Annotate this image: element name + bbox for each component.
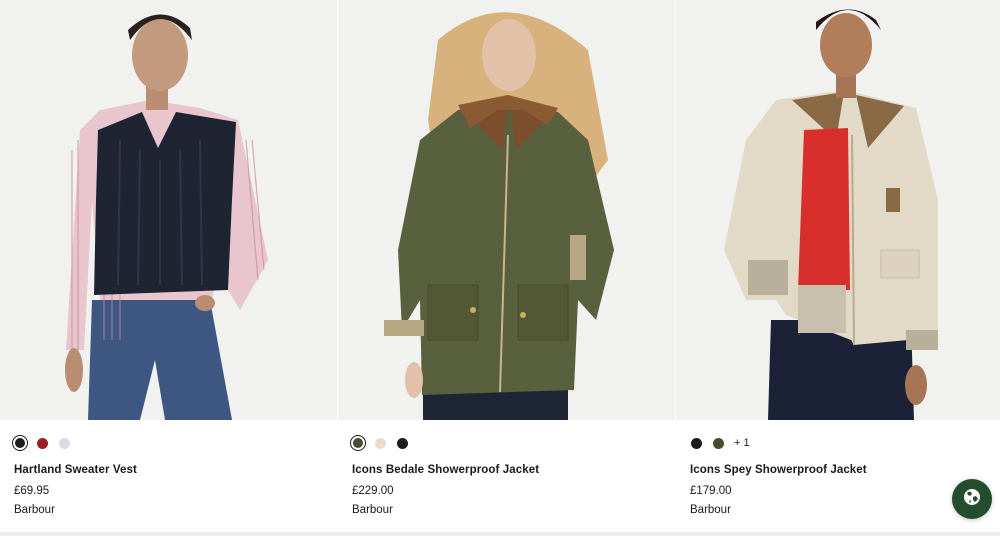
color-swatch[interactable] [12, 435, 28, 451]
product-card[interactable]: + 1 Icons Spey Showerproof Jacket £179.0… [676, 0, 1000, 536]
color-swatch[interactable] [34, 435, 50, 451]
color-swatch[interactable] [56, 435, 72, 451]
product-price: £229.00 [352, 485, 394, 497]
product-image[interactable] [676, 0, 1000, 420]
product-card[interactable]: Hartland Sweater Vest £69.95 Barbour [0, 0, 337, 536]
product-name[interactable]: Icons Spey Showerproof Jacket [690, 464, 867, 476]
more-colors-count[interactable]: + 1 [734, 437, 750, 449]
product-card[interactable]: Icons Bedale Showerproof Jacket £229.00 … [338, 0, 675, 536]
product-brand: Barbour [690, 504, 731, 516]
color-swatch[interactable] [688, 435, 704, 451]
product-name[interactable]: Hartland Sweater Vest [14, 464, 137, 476]
region-selector-button[interactable] [952, 479, 992, 519]
next-row-edge [0, 532, 1000, 536]
product-brand: Barbour [352, 504, 393, 516]
product-image[interactable] [338, 0, 675, 420]
product-price: £69.95 [14, 485, 50, 497]
color-swatches [12, 435, 72, 451]
color-swatches [350, 435, 410, 451]
color-swatch[interactable] [350, 435, 366, 451]
color-swatch[interactable] [710, 435, 726, 451]
globe-icon [963, 488, 981, 511]
product-price: £179.00 [690, 485, 732, 497]
product-brand: Barbour [14, 504, 55, 516]
product-image[interactable] [0, 0, 337, 420]
color-swatch[interactable] [394, 435, 410, 451]
product-grid: Hartland Sweater Vest £69.95 Barbour Ico… [0, 0, 1000, 536]
product-name[interactable]: Icons Bedale Showerproof Jacket [352, 464, 539, 476]
color-swatches: + 1 [688, 435, 750, 451]
color-swatch[interactable] [372, 435, 388, 451]
